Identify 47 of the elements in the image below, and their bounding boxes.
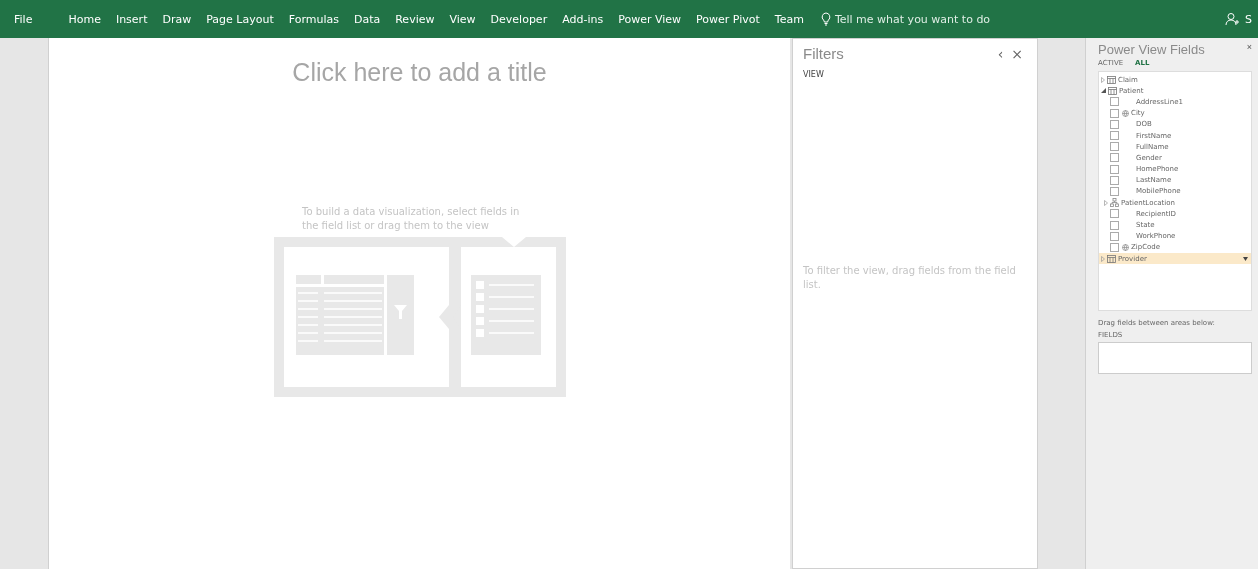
- ribbon-tab[interactable]: Review: [395, 9, 435, 29]
- field-checkbox[interactable]: [1110, 119, 1119, 129]
- field-checkbox[interactable]: [1110, 153, 1119, 163]
- field-checkbox[interactable]: [1110, 186, 1119, 196]
- dropdown-arrow-icon[interactable]: [1243, 256, 1248, 261]
- field-checkbox[interactable]: [1110, 97, 1119, 107]
- field-checkbox[interactable]: [1110, 164, 1119, 174]
- panel-title: Power View Fields: [1098, 42, 1206, 57]
- panel-title: Filters: [803, 45, 845, 62]
- fields-drop-area[interactable]: [1098, 342, 1252, 374]
- ribbon-tab[interactable]: Draw: [162, 9, 192, 29]
- collapsed-arrow-icon[interactable]: [1104, 199, 1108, 206]
- field-checkbox[interactable]: [1110, 220, 1119, 230]
- share-button[interactable]: S: [1245, 12, 1252, 26]
- field-checkbox[interactable]: [1110, 175, 1119, 185]
- person-add-icon: [1225, 12, 1239, 26]
- table-icon: [1108, 86, 1117, 95]
- ribbon-tab[interactable]: Home: [68, 9, 101, 29]
- ribbon-tab[interactable]: View: [449, 9, 476, 29]
- ribbon-tab[interactable]: File: [14, 9, 33, 29]
- ribbon-tab[interactable]: Developer: [490, 9, 548, 29]
- table-icon: [1107, 75, 1116, 84]
- field-checkbox[interactable]: [1110, 142, 1119, 152]
- ribbon-tab[interactable]: Data: [353, 9, 381, 29]
- field-checkbox[interactable]: [1110, 131, 1119, 141]
- ribbon-tab[interactable]: Formulas: [288, 9, 339, 29]
- lightbulb-icon: [820, 12, 831, 26]
- field-checkbox[interactable]: [1110, 231, 1119, 241]
- field-checkbox[interactable]: [1110, 108, 1119, 118]
- ribbon-tab[interactable]: Power Pivot: [696, 9, 760, 29]
- collapsed-arrow-icon[interactable]: [1101, 76, 1105, 83]
- ribbon-tab[interactable]: Power View: [618, 9, 682, 29]
- ribbon-tab[interactable]: Team: [774, 9, 804, 29]
- table-icon: [1107, 254, 1116, 263]
- field-checkbox[interactable]: [1110, 242, 1119, 252]
- section-label: VIEW: [803, 70, 825, 79]
- ribbon-tab[interactable]: Page Layout: [206, 9, 274, 29]
- collapsed-arrow-icon[interactable]: [1101, 255, 1105, 262]
- ribbon-tab[interactable]: Add-ins: [562, 9, 604, 29]
- expanded-arrow-icon[interactable]: [1101, 88, 1106, 94]
- collapse-button[interactable]: ‹: [993, 45, 1008, 62]
- ribbon-tab[interactable]: Insert: [115, 9, 148, 29]
- close-button[interactable]: ×: [1007, 45, 1027, 62]
- hierarchy-icon: [1110, 198, 1119, 208]
- tell-me-field[interactable]: Tell me what you want to do: [834, 12, 991, 26]
- close-button[interactable]: ×: [1246, 42, 1252, 52]
- field-checkbox[interactable]: [1110, 209, 1119, 219]
